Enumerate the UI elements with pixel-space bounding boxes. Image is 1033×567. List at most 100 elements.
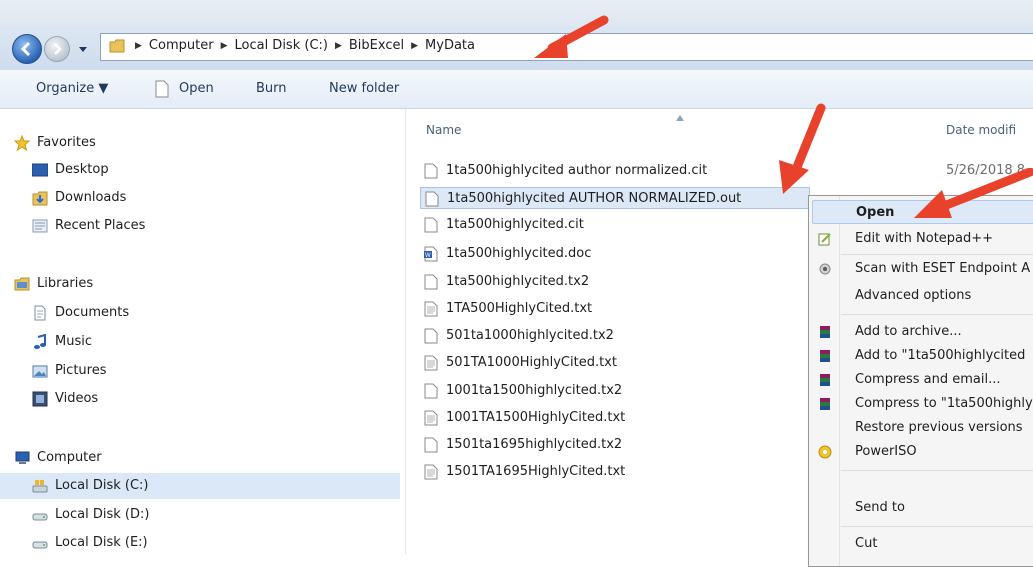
menu-add-archive-label: Add to archive...	[855, 324, 962, 339]
file-name: 1001TA1500HighlyCited.txt	[446, 410, 626, 425]
file-name: 501ta1000highlycited.tx2	[446, 328, 614, 343]
document-icon	[155, 80, 169, 98]
file-name: 1ta500highlycited.cit	[446, 217, 584, 232]
sort-ascending-icon	[676, 115, 684, 121]
system-drive-icon	[32, 480, 48, 493]
breadcrumb-separator-icon[interactable]: ▶	[131, 41, 146, 51]
forward-arrow-icon	[54, 43, 62, 55]
nav-documents[interactable]: Documents	[0, 300, 400, 326]
command-toolbar: Organize ▼ Open Burn New folder	[0, 70, 1033, 109]
menu-restore-versions[interactable]: Restore previous versions	[809, 416, 1033, 440]
breadcrumb-local-disk-c[interactable]: Local Disk (C:)	[231, 38, 330, 53]
eset-icon	[819, 263, 831, 275]
nav-favorites[interactable]: Favorites	[0, 130, 400, 156]
file-row[interactable]: W 1ta500highlycited.doc	[424, 243, 804, 265]
breadcrumb-bibexcel[interactable]: BibExcel	[346, 38, 407, 53]
file-row[interactable]: 1501ta1695highlycited.tx2	[424, 434, 804, 456]
nav-music[interactable]: Music	[0, 329, 400, 355]
file-icon	[424, 217, 438, 233]
nav-local-disk-d[interactable]: Local Disk (D:)	[0, 502, 400, 528]
menu-poweriso[interactable]: PowerISO	[809, 440, 1033, 464]
desktop-icon	[32, 163, 48, 177]
menu-cut[interactable]: Cut	[809, 532, 1033, 556]
menu-compress-to-label: Compress to "1ta500highly	[855, 396, 1033, 411]
file-icon	[424, 383, 438, 399]
menu-advanced-options[interactable]: Advanced options	[809, 284, 1033, 308]
file-name: 1TA500HighlyCited.txt	[446, 301, 593, 316]
nav-videos-label: Videos	[55, 391, 99, 406]
nav-local-disk-c-label: Local Disk (C:)	[55, 478, 149, 493]
file-icon	[424, 274, 438, 290]
file-row[interactable]: 1ta500highlycited.cit	[424, 214, 804, 236]
burn-button[interactable]: Burn	[256, 81, 287, 96]
organize-button[interactable]: Organize ▼	[36, 81, 108, 96]
nav-desktop[interactable]: Desktop	[0, 157, 400, 183]
menu-compress-email-label: Compress and email...	[855, 372, 1001, 387]
menu-compress-to[interactable]: Compress to "1ta500highly	[809, 392, 1033, 416]
winrar-icon	[820, 350, 830, 362]
file-row[interactable]: 1ta500highlycited.tx2	[424, 271, 804, 293]
menu-send-to[interactable]: Send to	[809, 496, 1033, 520]
file-row[interactable]: 1TA500HighlyCited.txt	[424, 298, 804, 320]
column-header-date[interactable]: Date modifi	[946, 123, 1016, 137]
navigation-pane: Favorites Desktop Downloads Recent Place…	[0, 109, 406, 554]
file-row[interactable]: 1501TA1695HighlyCited.txt	[424, 461, 804, 483]
back-arrow-icon	[20, 41, 31, 57]
drive-icon	[32, 541, 48, 549]
computer-icon	[15, 451, 30, 464]
file-name: 1ta500highlycited author normalized.cit	[446, 163, 708, 178]
menu-poweriso-label: PowerISO	[855, 444, 917, 459]
nav-local-disk-c[interactable]: Local Disk (C:)	[0, 473, 400, 499]
star-icon	[14, 135, 30, 151]
nav-computer[interactable]: Computer	[0, 445, 400, 471]
file-name: 1501TA1695HighlyCited.txt	[446, 464, 626, 479]
file-row[interactable]: 1001ta1500highlycited.tx2	[424, 380, 804, 402]
nav-videos[interactable]: Videos	[0, 386, 400, 412]
file-row[interactable]: 1ta500highlycited author normalized.cit …	[424, 160, 1025, 182]
annotation-arrow	[914, 168, 1033, 218]
file-row[interactable]: 501TA1000HighlyCited.txt	[424, 352, 804, 374]
breadcrumb-separator-icon[interactable]: ▶	[217, 41, 232, 51]
file-row-selected[interactable]: 1ta500highlycited AUTHOR NORMALIZED.out	[420, 187, 810, 209]
downloads-icon	[32, 191, 48, 206]
libraries-icon	[14, 277, 30, 291]
text-file-icon	[424, 301, 438, 317]
menu-add-archive[interactable]: Add to archive...	[809, 320, 1033, 344]
nav-downloads[interactable]: Downloads	[0, 185, 400, 211]
file-row[interactable]: 501ta1000highlycited.tx2	[424, 325, 804, 347]
nav-libraries[interactable]: Libraries	[0, 271, 400, 297]
menu-edit-notepad[interactable]: Edit with Notepad++	[809, 227, 1033, 251]
music-icon	[34, 334, 46, 349]
breadcrumb: ▶ Computer ▶ Local Disk (C:) ▶ BibExcel …	[131, 38, 478, 53]
breadcrumb-mydata[interactable]: MyData	[422, 38, 478, 53]
winrar-icon	[820, 398, 830, 410]
nav-local-disk-e[interactable]: Local Disk (E:)	[0, 530, 400, 556]
nav-desktop-label: Desktop	[55, 162, 109, 177]
forward-button[interactable]	[44, 36, 70, 62]
file-row[interactable]: 1001TA1500HighlyCited.txt	[424, 407, 804, 429]
column-header-name[interactable]: Name	[426, 123, 461, 137]
menu-separator	[841, 526, 1033, 527]
text-file-icon	[424, 464, 438, 480]
menu-compress-email[interactable]: Compress and email...	[809, 368, 1033, 392]
nav-recent-places[interactable]: Recent Places	[0, 213, 400, 239]
annotation-arrow	[779, 103, 826, 194]
file-icon	[424, 328, 438, 344]
menu-scan-eset[interactable]: Scan with ESET Endpoint A	[809, 257, 1033, 281]
menu-add-to-named[interactable]: Add to "1ta500highlycited	[809, 344, 1033, 368]
breadcrumb-separator-icon[interactable]: ▶	[331, 41, 346, 51]
file-name: 1001ta1500highlycited.tx2	[446, 383, 623, 398]
annotation-arrow	[534, 15, 609, 58]
nav-pictures[interactable]: Pictures	[0, 358, 400, 384]
menu-add-to-named-label: Add to "1ta500highlycited	[855, 348, 1026, 363]
file-name: 501TA1000HighlyCited.txt	[446, 355, 617, 370]
nav-recent-places-label: Recent Places	[55, 218, 146, 233]
breadcrumb-computer[interactable]: Computer	[146, 38, 217, 53]
recent-pages-dropdown[interactable]	[78, 44, 88, 54]
back-button[interactable]	[12, 34, 42, 64]
open-button[interactable]: Open	[179, 81, 214, 96]
new-folder-button[interactable]: New folder	[329, 81, 399, 96]
winrar-icon	[820, 374, 830, 386]
notepad-plus-plus-icon	[818, 233, 831, 246]
breadcrumb-separator-icon[interactable]: ▶	[407, 41, 422, 51]
